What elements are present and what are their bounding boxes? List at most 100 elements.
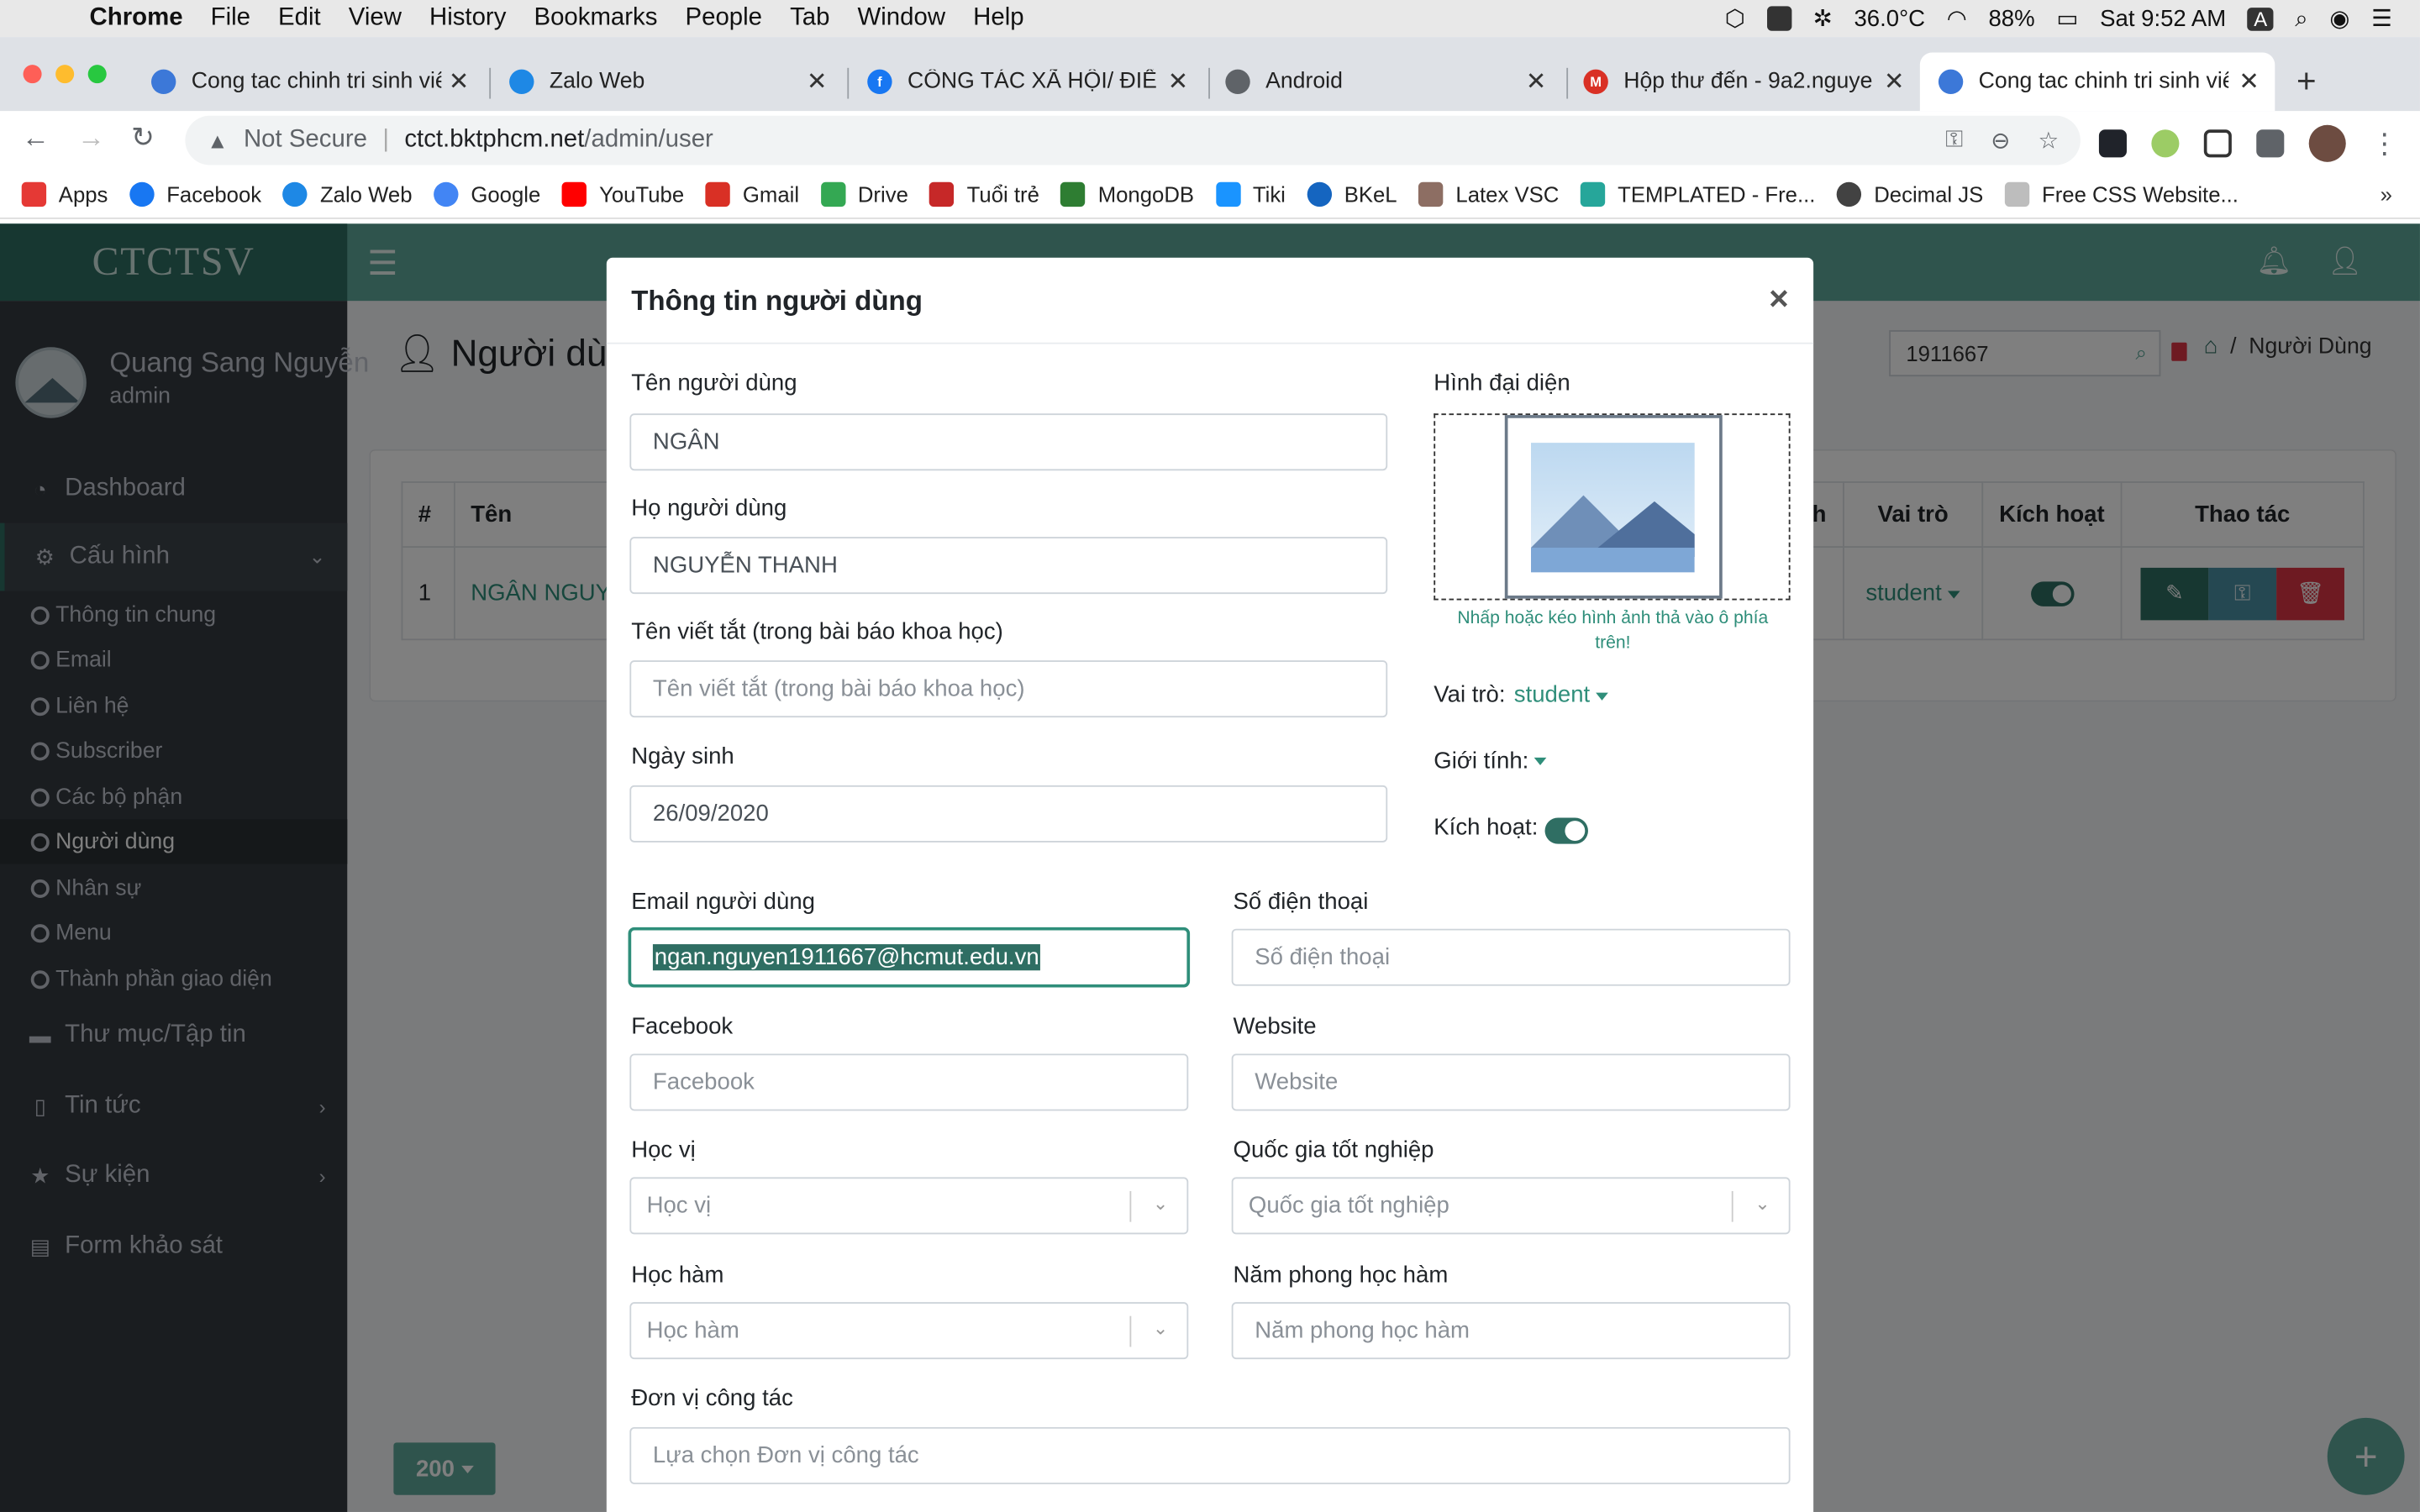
bookmark-tiki[interactable]: Tiki: [1215, 181, 1286, 207]
phone-field[interactable]: Số điện thoại: [1231, 928, 1791, 986]
short-name-field[interactable]: Tên viết tắt (trong bài báo khoa học): [629, 660, 1388, 718]
unit-select[interactable]: Lựa chọn Đơn vị công tác: [629, 1426, 1791, 1484]
menu-edit[interactable]: Edit: [278, 5, 321, 33]
box-icon[interactable]: ⬡: [1725, 5, 1745, 32]
browser-tab[interactable]: M Hộp thư đến - 9a2.nguyen ✕: [1571, 52, 1920, 111]
degree-select[interactable]: Học vị ⌄: [629, 1177, 1189, 1235]
website-field[interactable]: Website: [1231, 1053, 1791, 1111]
profile-avatar-icon[interactable]: [2308, 124, 2346, 162]
bookmark-label: BKeL: [1344, 181, 1397, 207]
input-source-icon[interactable]: A: [2247, 7, 2274, 30]
tab-close-icon[interactable]: ✕: [807, 66, 828, 97]
close-icon[interactable]: ×: [1769, 279, 1789, 319]
email-field[interactable]: ngan.nguyen1911667@hcmut.edu.vn: [629, 928, 1189, 986]
menu-history[interactable]: History: [429, 5, 506, 33]
menu-view[interactable]: View: [349, 5, 402, 33]
birthday-label: Ngày sinh: [631, 743, 734, 770]
user-info-modal: Thông tin người dùng × Tên người dùng NG…: [606, 257, 1814, 1512]
country-select[interactable]: Quốc gia tốt nghiệp ⌄: [1231, 1177, 1791, 1235]
security-label[interactable]: Not Secure: [244, 127, 367, 155]
bookmark-latex[interactable]: Latex VSC: [1418, 181, 1559, 207]
avatar-dropzone[interactable]: [1434, 413, 1791, 601]
facebook-field[interactable]: Facebook: [629, 1053, 1189, 1111]
wifi-icon[interactable]: ◠: [1947, 5, 1967, 32]
new-tab-icon[interactable]: +: [2296, 61, 2317, 102]
tab-close-icon[interactable]: ✕: [2238, 66, 2260, 97]
last-name-field[interactable]: NGUYỄN THANH: [629, 537, 1388, 595]
bookmark-google[interactable]: Google: [434, 181, 540, 207]
forward-icon[interactable]: →: [77, 122, 105, 155]
apps-grid-icon: [21, 181, 47, 207]
bookmarks-overflow-icon[interactable]: »: [2381, 181, 2392, 206]
bookmark-drive[interactable]: Drive: [820, 181, 908, 207]
tab-separator: [489, 67, 492, 99]
menu-file[interactable]: File: [211, 5, 250, 33]
browser-tab[interactable]: Cong tac chinh tri sinh viê ✕: [136, 52, 485, 111]
extension-circle-icon[interactable]: [2151, 129, 2180, 158]
bookmark-zalo[interactable]: Zalo Web: [282, 181, 413, 207]
window-zoom-button[interactable]: [87, 65, 107, 84]
menu-app-name[interactable]: Chrome: [90, 5, 183, 33]
browser-tab[interactable]: f CÔNG TÁC XÃ HỘI/ ĐIỂM ✕: [852, 52, 1204, 111]
address-bar[interactable]: ▲ Not Secure | ctct.bktphcm.net/admin/us…: [185, 115, 2081, 165]
academic-title-select[interactable]: Học hàm ⌄: [629, 1302, 1189, 1360]
avatar-label: Hình đại diện: [1434, 370, 1570, 397]
spotlight-search-icon[interactable]: ⌕: [2295, 5, 2307, 31]
menu-help[interactable]: Help: [973, 5, 1023, 33]
first-name-label: Tên người dùng: [631, 370, 797, 397]
gender-label: Giới tính:: [1434, 748, 1529, 775]
bookmark-templated[interactable]: TEMPLATED - Fre...: [1581, 181, 1815, 207]
bookmark-star-icon[interactable]: ☆: [2038, 127, 2059, 154]
tab-close-icon[interactable]: ✕: [449, 66, 470, 97]
siri-icon[interactable]: ◉: [2329, 5, 2349, 32]
extensions-puzzle-icon[interactable]: [2256, 129, 2285, 158]
globe-icon: [1837, 181, 1862, 207]
warning-icon[interactable]: ▲: [207, 128, 228, 152]
menu-window[interactable]: Window: [858, 5, 946, 33]
tab-close-icon[interactable]: ✕: [1884, 66, 1905, 97]
bookmark-decimaljs[interactable]: Decimal JS: [1837, 181, 1983, 207]
role-dropdown[interactable]: student: [1514, 682, 1609, 708]
react-devtools-icon[interactable]: [2098, 129, 2127, 158]
menu-people[interactable]: People: [686, 5, 763, 33]
title-year-field[interactable]: Năm phong học hàm: [1231, 1302, 1791, 1360]
zoom-icon[interactable]: ⊖: [1991, 127, 2010, 154]
menu-bookmarks[interactable]: Bookmarks: [534, 5, 657, 33]
reload-icon[interactable]: ↻: [131, 122, 155, 155]
url-path[interactable]: /admin/user: [584, 127, 713, 155]
picture-in-picture-icon[interactable]: [2203, 129, 2232, 158]
bookmarks-bar: Apps Facebook Zalo Web Google YouTube Gm…: [0, 170, 2420, 219]
clock[interactable]: Sat 9:52 AM: [2100, 5, 2226, 31]
bookmark-youtube[interactable]: YouTube: [561, 181, 684, 207]
key-icon[interactable]: ⚿: [1945, 127, 1963, 155]
window-close-button[interactable]: [23, 65, 42, 84]
menu-tab[interactable]: Tab: [790, 5, 829, 33]
bookmark-freecss[interactable]: Free CSS Website...: [2004, 181, 2238, 207]
bookmark-facebook[interactable]: Facebook: [129, 181, 261, 207]
first-name-field[interactable]: NGÂN: [629, 413, 1388, 471]
browser-tab[interactable]: Zalo Web ✕: [494, 52, 843, 111]
control-center-icon[interactable]: ☰: [2371, 5, 2392, 32]
tab-close-icon[interactable]: ✕: [1168, 66, 1189, 97]
gender-dropdown[interactable]: [1528, 747, 1547, 773]
notification-app-icon[interactable]: [1766, 6, 1791, 31]
browser-tab[interactable]: Android ✕: [1213, 52, 1562, 111]
active-toggle[interactable]: [1544, 817, 1588, 844]
temperature-icon[interactable]: ✲: [1813, 5, 1833, 32]
bookmark-mongodb[interactable]: MongoDB: [1060, 181, 1194, 207]
window-minimize-button[interactable]: [55, 65, 75, 84]
url-host[interactable]: ctct.bktphcm.net: [404, 127, 584, 155]
battery-icon[interactable]: ▭: [2056, 5, 2078, 32]
birthday-field[interactable]: 26/09/2020: [629, 785, 1388, 843]
battery-percent[interactable]: 88%: [1988, 5, 2034, 31]
tab-close-icon[interactable]: ✕: [1526, 66, 1547, 97]
bookmark-tuoitre[interactable]: Tuổi trẻ: [929, 181, 1039, 207]
bookmark-bkel[interactable]: BKeL: [1307, 181, 1397, 207]
browser-tab-active[interactable]: Cong tac chinh tri sinh viê ✕: [1919, 52, 2275, 112]
back-icon[interactable]: ←: [22, 122, 50, 155]
temperature-readout[interactable]: 36.0°C: [1854, 5, 1925, 31]
chrome-menu-icon[interactable]: ⋮: [2370, 128, 2398, 160]
bookmark-apps[interactable]: Apps: [21, 181, 108, 207]
tab-favicon-icon: M: [1583, 69, 1608, 95]
bookmark-gmail[interactable]: Gmail: [705, 181, 799, 207]
